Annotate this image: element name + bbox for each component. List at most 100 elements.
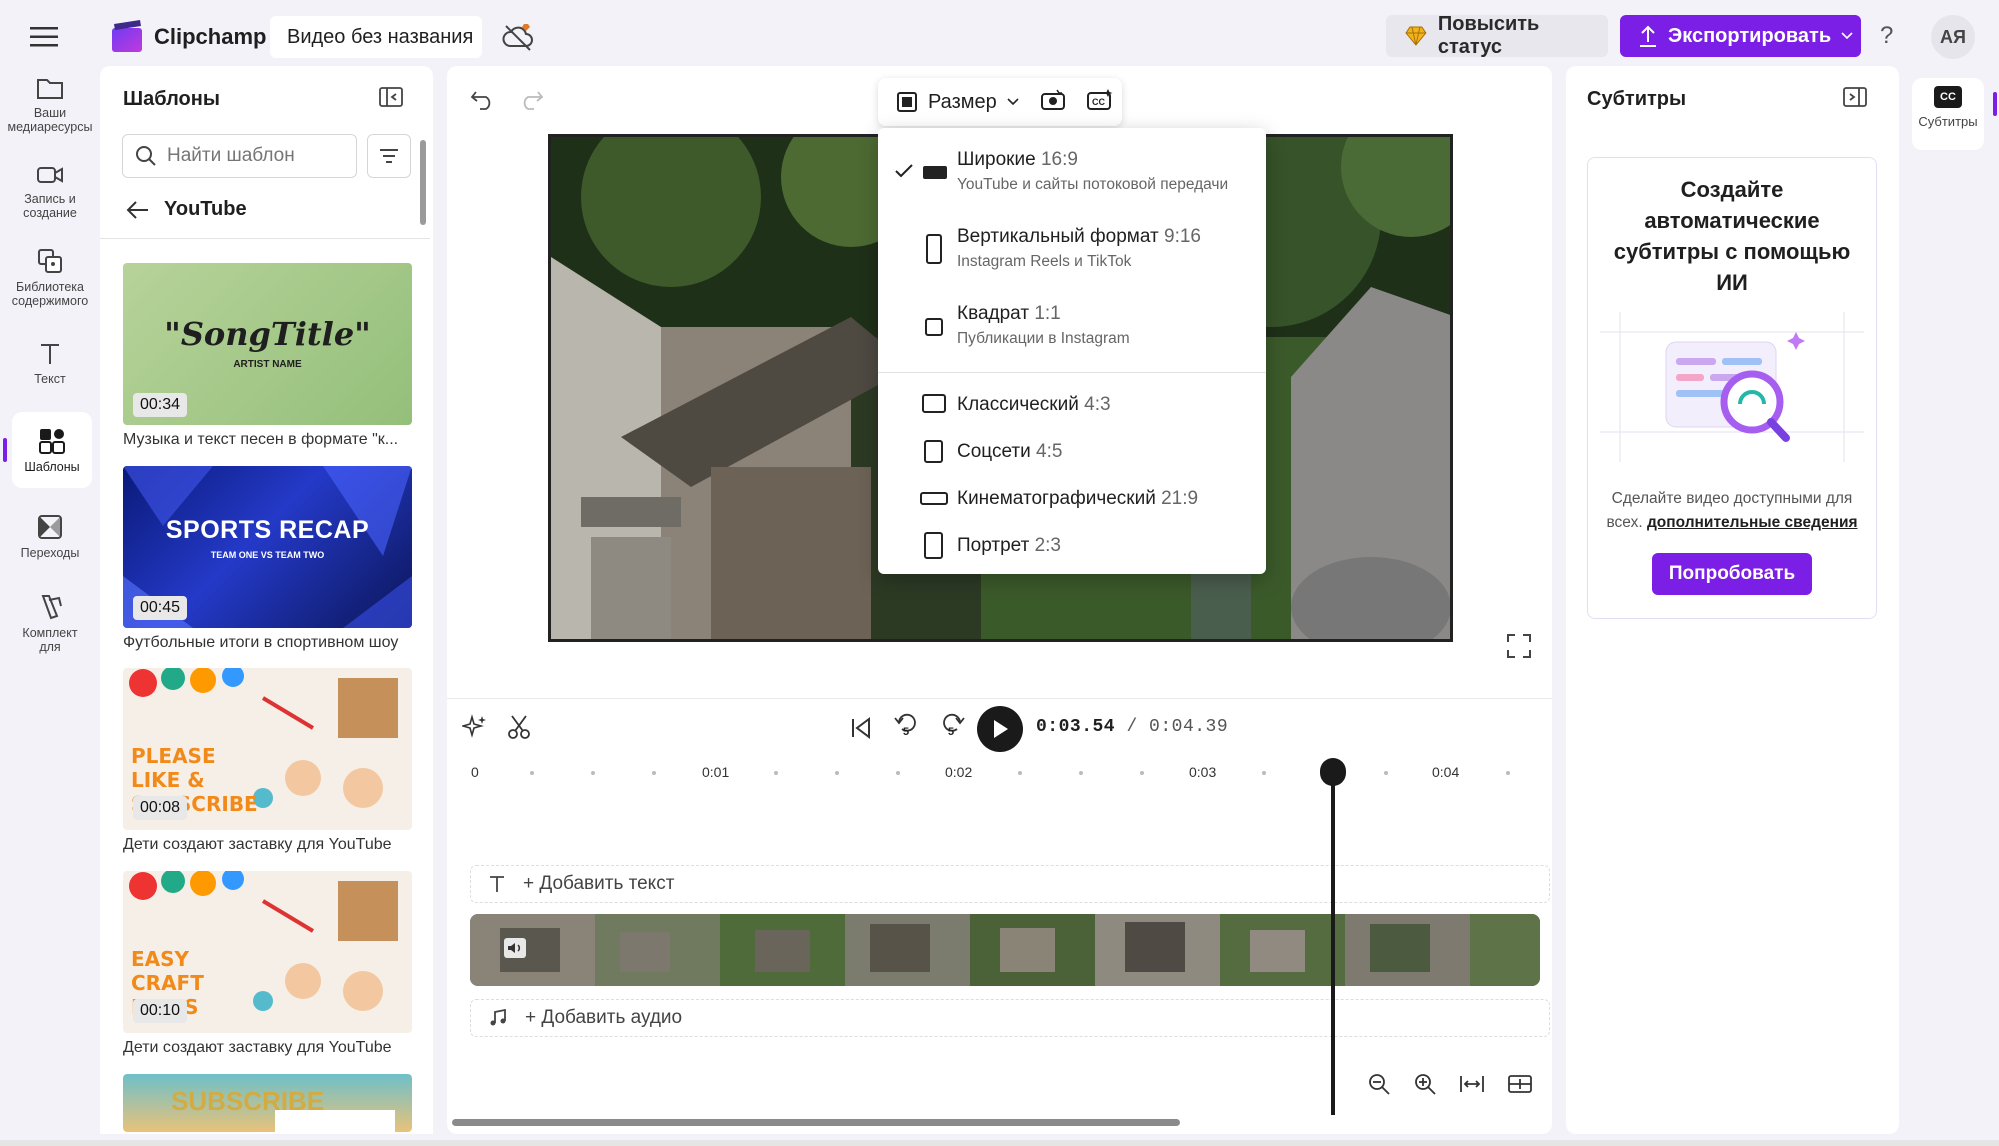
playhead[interactable] — [1331, 760, 1335, 1115]
help-button[interactable]: ? — [1880, 22, 1893, 50]
template-card[interactable]: PLEASE LIKE & SUBSCRIBE 00:08 Дети созда… — [123, 668, 412, 854]
rail-record[interactable]: Запись и создание — [0, 162, 100, 220]
back-to-category[interactable]: YouTube — [126, 198, 247, 221]
cc-icon: CC — [1934, 86, 1962, 108]
rail-label: Шаблоны — [24, 460, 80, 474]
aspect-option-2-3[interactable]: Портрет 2:3 — [878, 531, 1266, 561]
skip-to-start-icon[interactable] — [849, 716, 873, 740]
duration-badge: 00:08 — [133, 796, 188, 820]
templates-scrollbar[interactable] — [420, 140, 426, 225]
upgrade-button[interactable]: Повысить статус — [1386, 13, 1608, 58]
zoom-out-icon[interactable] — [1367, 1072, 1391, 1096]
aspect-option-4-3[interactable]: Классический 4:3 — [878, 390, 1266, 420]
zoom-in-icon[interactable] — [1413, 1072, 1437, 1096]
template-card[interactable]: SPORTS RECAP TEAM ONE VS TEAM TWO 00:45 … — [123, 466, 412, 652]
rail-templates[interactable]: Шаблоны — [12, 412, 92, 488]
aspect-ratio-label: Размер — [928, 90, 997, 113]
redo-icon[interactable] — [518, 88, 544, 110]
magic-sparkle-icon[interactable] — [462, 714, 488, 740]
timeline-view-icon[interactable] — [1507, 1073, 1533, 1095]
template-card[interactable]: EASY CRAFT IDEAS 00:10 Дети создают заст… — [123, 871, 412, 1057]
square-shape-icon — [925, 318, 943, 336]
avatar[interactable]: АЯ — [1931, 15, 1975, 59]
rail-brand-kit[interactable]: Комплект для — [0, 592, 100, 654]
collapse-panel-icon[interactable] — [1842, 86, 1868, 108]
menu-icon[interactable] — [28, 24, 62, 50]
learn-more-link[interactable]: дополнительные сведения — [1647, 514, 1858, 531]
video-camera-icon — [37, 167, 63, 183]
try-subtitles-button[interactable]: Попробовать — [1652, 553, 1812, 595]
clipchamp-logo-icon — [112, 20, 142, 52]
split-scissors-icon[interactable] — [506, 714, 532, 740]
duration-badge: 00:45 — [133, 596, 188, 620]
top-bar: Clipchamp Видео без названия Повысить ст… — [0, 0, 1999, 72]
landscape-shape-icon — [923, 166, 947, 179]
rail-library[interactable]: Библиотека содержимого — [0, 246, 100, 308]
rail-text[interactable]: Текст — [0, 340, 100, 386]
volume-icon[interactable] — [504, 938, 526, 958]
ruler-tick — [1018, 771, 1022, 775]
templates-icon — [39, 429, 65, 454]
filter-button[interactable] — [367, 134, 411, 178]
playhead-handle[interactable] — [1320, 758, 1346, 786]
collapse-panel-icon[interactable] — [378, 86, 404, 108]
ruler-tick — [1262, 771, 1266, 775]
subtitles-title: Субтитры — [1587, 88, 1687, 110]
rail-subtitles[interactable]: CC Субтитры — [1912, 78, 1984, 150]
rail-label: Библиотека содержимого — [11, 280, 89, 308]
ruler-tick — [652, 771, 656, 775]
brand-kit-icon — [41, 595, 62, 620]
video-clip[interactable] — [470, 914, 1540, 986]
add-text-track[interactable]: + Добавить текст — [470, 865, 1550, 903]
thumb-subtitle: ARTIST NAME — [233, 359, 302, 370]
ruler-tick — [896, 771, 900, 775]
timeline-scrollbar[interactable] — [452, 1119, 1180, 1126]
chevron-down-icon — [1007, 98, 1019, 106]
timeline-divider — [447, 698, 1552, 699]
aspect-ratio-button[interactable]: Размер — [888, 84, 1027, 120]
upload-icon — [1640, 25, 1656, 47]
checkmark-icon — [895, 164, 913, 178]
fullscreen-icon[interactable] — [1505, 632, 1533, 660]
menu-divider — [878, 372, 1266, 373]
portrait-shape-icon — [924, 532, 943, 559]
template-thumbnail: PLEASE LIKE & SUBSCRIBE 00:08 — [123, 668, 412, 830]
duration-badge: 00:10 — [133, 999, 188, 1023]
template-search[interactable] — [122, 134, 357, 178]
play-icon — [994, 720, 1008, 738]
rail-label: Переходы — [20, 546, 80, 560]
rewind-5-button[interactable]: 5 — [893, 712, 921, 744]
social-shape-icon — [924, 440, 943, 463]
clip-frames — [470, 914, 1540, 986]
background-remove-icon[interactable] — [1040, 88, 1066, 112]
auto-captions-icon[interactable]: CC — [1086, 88, 1114, 112]
fit-to-width-icon[interactable] — [1459, 1074, 1485, 1094]
play-button[interactable] — [977, 706, 1023, 752]
undo-icon[interactable] — [470, 88, 496, 110]
text-icon — [490, 876, 504, 892]
ruler-label: 0:02 — [945, 764, 973, 780]
add-audio-track[interactable]: + Добавить аудио — [470, 999, 1550, 1037]
rail-transitions[interactable]: Переходы — [0, 512, 100, 560]
template-thumbnail: SPORTS RECAP TEAM ONE VS TEAM TWO 00:45 — [123, 466, 412, 628]
rail-media[interactable]: Ваши медиаресурсы — [0, 74, 100, 134]
forward-seconds: 5 — [948, 726, 955, 738]
option-name: Портрет 2:3 — [957, 535, 1061, 556]
total-time: / 0:04.39 — [1126, 717, 1229, 737]
search-input[interactable] — [167, 145, 347, 167]
ruler-tick — [1384, 771, 1388, 775]
ruler-tick — [835, 771, 839, 775]
aspect-option-4-5[interactable]: Соцсети 4:5 — [878, 437, 1266, 467]
aspect-option-21-9[interactable]: Кинематографический 21:9 — [878, 484, 1266, 514]
ruler-tick — [1140, 771, 1144, 775]
classic-shape-icon — [922, 394, 946, 413]
cloud-sync-off-icon[interactable] — [502, 22, 534, 52]
export-button[interactable]: Экспортировать — [1620, 15, 1861, 57]
template-card[interactable]: SUBSCRIBE — [123, 1074, 412, 1132]
rail-label: Ваши медиаресурсы — [7, 106, 93, 134]
rail-label: Запись и создание — [23, 192, 77, 220]
forward-5-button[interactable]: 5 — [938, 712, 966, 744]
cinematic-shape-icon — [920, 492, 948, 505]
template-card[interactable]: "SongTitle" ARTIST NAME 00:34 Музыка и т… — [123, 263, 412, 449]
project-title-input[interactable]: Видео без названия — [270, 16, 482, 58]
